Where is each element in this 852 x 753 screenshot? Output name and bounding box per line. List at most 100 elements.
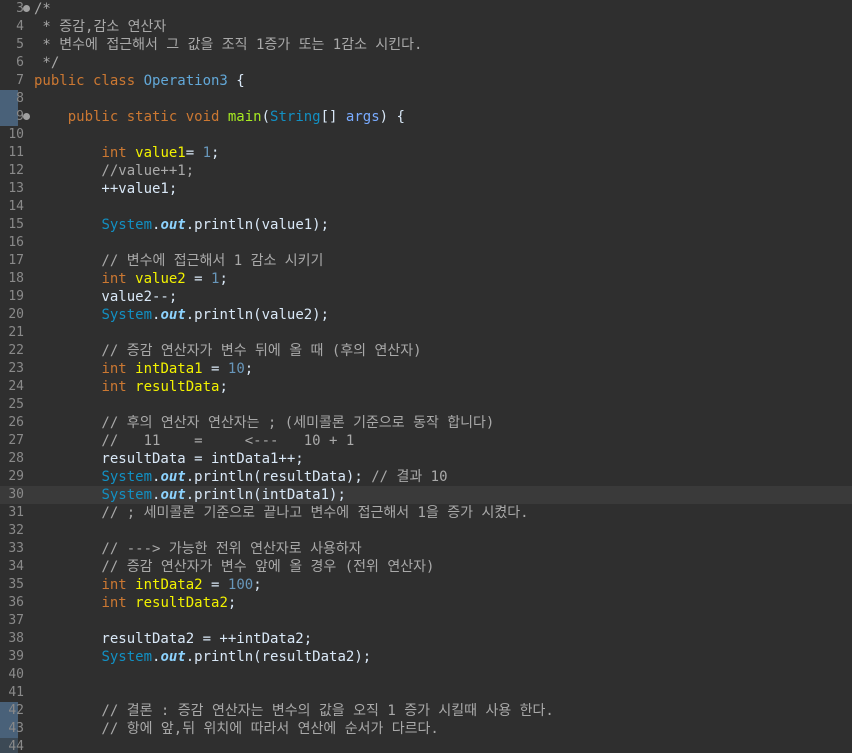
code-line[interactable]: 34 // 증감 연산자가 변수 앞에 올 경우 (전위 연산자): [0, 558, 852, 576]
line-code[interactable]: // 증감 연산자가 변수 앞에 올 경우 (전위 연산자): [34, 558, 434, 576]
line-gutter[interactable]: 27: [0, 432, 34, 450]
code-line[interactable]: 21: [0, 324, 852, 342]
line-gutter[interactable]: 37: [0, 612, 34, 630]
code-line[interactable]: 6 */: [0, 54, 852, 72]
line-code[interactable]: public class Operation3 {: [34, 72, 245, 90]
line-code[interactable]: int resultData2;: [34, 594, 236, 612]
line-code[interactable]: * 변수에 접근해서 그 값을 조직 1증가 또는 1감소 시킨다.: [34, 36, 422, 54]
line-gutter[interactable]: 35: [0, 576, 34, 594]
code-line[interactable]: 18 int value2 = 1;: [0, 270, 852, 288]
line-code[interactable]: * 증감,감소 연산자: [34, 18, 166, 36]
line-gutter[interactable]: 44: [0, 738, 34, 753]
line-gutter[interactable]: 13: [0, 180, 34, 198]
code-line[interactable]: 15 System.out.println(value1);: [0, 216, 852, 234]
line-code[interactable]: int intData2 = 100;: [34, 576, 261, 594]
current-line[interactable]: 30 System.out.println(intData1);: [0, 486, 852, 504]
line-code[interactable]: System.out.println(value1);: [34, 216, 329, 234]
line-code[interactable]: // ---> 가능한 전위 연산자로 사용하자: [34, 540, 361, 558]
line-code[interactable]: // 증감 연산자가 변수 뒤에 올 때 (후의 연산자): [34, 342, 421, 360]
code-line[interactable]: 10: [0, 126, 852, 144]
code-line[interactable]: 5 * 변수에 접근해서 그 값을 조직 1증가 또는 1감소 시킨다.: [0, 36, 852, 54]
code-line[interactable]: 41: [0, 684, 852, 702]
line-gutter[interactable]: 25: [0, 396, 34, 414]
line-code[interactable]: // 결론 : 증감 연산자는 변수의 값을 오직 1 증가 시킬때 사용 한다…: [34, 702, 553, 720]
line-code[interactable]: resultData2 = ++intData2;: [34, 630, 312, 648]
code-line[interactable]: 23 int intData1 = 10;: [0, 360, 852, 378]
line-gutter[interactable]: 42: [0, 702, 34, 720]
line-gutter[interactable]: 18: [0, 270, 34, 288]
line-code[interactable]: /*: [34, 0, 51, 18]
code-line[interactable]: 19 value2--;: [0, 288, 852, 306]
code-line[interactable]: 7 public class Operation3 {: [0, 72, 852, 90]
line-gutter[interactable]: 26: [0, 414, 34, 432]
line-code[interactable]: // ; 세미콜론 기준으로 끝나고 변수에 접근해서 1을 증가 시켰다.: [34, 504, 528, 522]
line-code[interactable]: // 항에 앞,뒤 위치에 따라서 연산에 순서가 다르다.: [34, 720, 438, 738]
code-line[interactable]: 16: [0, 234, 852, 252]
line-gutter[interactable]: 9: [0, 108, 34, 126]
code-line[interactable]: 32: [0, 522, 852, 540]
line-gutter[interactable]: 32: [0, 522, 34, 540]
line-gutter[interactable]: 11: [0, 144, 34, 162]
code-line[interactable]: 3 /*: [0, 0, 852, 18]
line-code[interactable]: int value2 = 1;: [34, 270, 227, 288]
line-gutter[interactable]: 6: [0, 54, 34, 72]
line-code[interactable]: //value++1;: [34, 162, 194, 180]
line-gutter[interactable]: 22: [0, 342, 34, 360]
line-gutter[interactable]: 24: [0, 378, 34, 396]
line-code[interactable]: // 후의 연산자 연산자는 ; (세미콜론 기준으로 동작 합니다): [34, 414, 494, 432]
code-line[interactable]: 4 * 증감,감소 연산자: [0, 18, 852, 36]
fold-toggle-icon[interactable]: [23, 113, 30, 120]
code-line[interactable]: 43 // 항에 앞,뒤 위치에 따라서 연산에 순서가 다르다.: [0, 720, 852, 738]
fold-toggle-icon[interactable]: [23, 5, 30, 12]
code-line[interactable]: 11 int value1= 1;: [0, 144, 852, 162]
line-gutter[interactable]: 4: [0, 18, 34, 36]
line-gutter[interactable]: 41: [0, 684, 34, 702]
code-line[interactable]: 38 resultData2 = ++intData2;: [0, 630, 852, 648]
code-line[interactable]: 22 // 증감 연산자가 변수 뒤에 올 때 (후의 연산자): [0, 342, 852, 360]
line-code[interactable]: public static void main(String[] args) {: [34, 108, 405, 126]
line-gutter[interactable]: 31: [0, 504, 34, 522]
line-code[interactable]: System.out.println(resultData2);: [34, 648, 371, 666]
code-editor[interactable]: 3/* 4 * 증감,감소 연산자 5 * 변수에 접근해서 그 값을 조직 1증가…: [0, 0, 852, 753]
line-code[interactable]: // 변수에 접근해서 1 감소 시키기: [34, 252, 323, 270]
line-gutter[interactable]: 3: [0, 0, 34, 18]
code-line[interactable]: 44: [0, 738, 852, 753]
line-gutter[interactable]: 21: [0, 324, 34, 342]
code-line[interactable]: 24 int resultData;: [0, 378, 852, 396]
code-line[interactable]: 36 int resultData2;: [0, 594, 852, 612]
code-line[interactable]: 13 ++value1;: [0, 180, 852, 198]
line-gutter[interactable]: 19: [0, 288, 34, 306]
line-gutter[interactable]: 38: [0, 630, 34, 648]
line-code[interactable]: // 11 = <--- 10 + 1: [34, 432, 354, 450]
line-gutter[interactable]: 17: [0, 252, 34, 270]
code-line[interactable]: 28 resultData = intData1++;: [0, 450, 852, 468]
line-code[interactable]: */: [34, 54, 59, 72]
line-code[interactable]: System.out.println(value2);: [34, 306, 329, 324]
line-code[interactable]: value2--;: [34, 288, 177, 306]
code-line[interactable]: 26 // 후의 연산자 연산자는 ; (세미콜론 기준으로 동작 합니다): [0, 414, 852, 432]
line-gutter[interactable]: 14: [0, 198, 34, 216]
line-gutter[interactable]: 39: [0, 648, 34, 666]
code-line[interactable]: 35 int intData2 = 100;: [0, 576, 852, 594]
line-code[interactable]: int value1= 1;: [34, 144, 219, 162]
line-gutter[interactable]: 34: [0, 558, 34, 576]
line-code[interactable]: resultData = intData1++;: [34, 450, 303, 468]
code-line[interactable]: 40: [0, 666, 852, 684]
code-line[interactable]: 9 public static void main(String[] args)…: [0, 108, 852, 126]
code-line[interactable]: 25: [0, 396, 852, 414]
code-line[interactable]: 12 //value++1;: [0, 162, 852, 180]
line-gutter[interactable]: 43: [0, 720, 34, 738]
line-gutter[interactable]: 15: [0, 216, 34, 234]
code-line[interactable]: 27 // 11 = <--- 10 + 1: [0, 432, 852, 450]
line-gutter[interactable]: 23: [0, 360, 34, 378]
code-line[interactable]: 37: [0, 612, 852, 630]
line-code[interactable]: System.out.println(intData1);: [34, 486, 345, 504]
code-line[interactable]: 31 // ; 세미콜론 기준으로 끝나고 변수에 접근해서 1을 증가 시켰다…: [0, 504, 852, 522]
line-code[interactable]: System.out.println(resultData); // 결과 10: [34, 468, 447, 486]
line-gutter[interactable]: 5: [0, 36, 34, 54]
line-gutter[interactable]: 16: [0, 234, 34, 252]
line-gutter[interactable]: 36: [0, 594, 34, 612]
line-gutter[interactable]: 20: [0, 306, 34, 324]
line-gutter[interactable]: 7: [0, 72, 34, 90]
code-line[interactable]: 33 // ---> 가능한 전위 연산자로 사용하자: [0, 540, 852, 558]
